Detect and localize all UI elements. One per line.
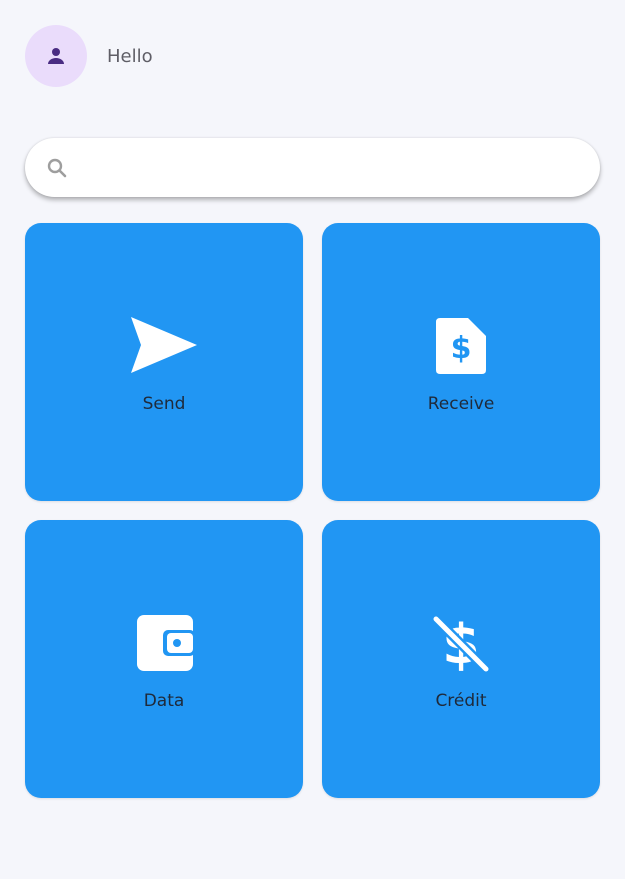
receipt-dollar-icon: $ [436, 318, 486, 374]
receive-tile[interactable]: $ Receive [322, 223, 600, 501]
search-icon [47, 158, 67, 177]
send-tile[interactable]: Send [25, 223, 303, 501]
search-bar[interactable] [25, 138, 600, 197]
data-tile[interactable]: Data [25, 520, 303, 798]
money-off-icon: $ [432, 613, 490, 676]
person-icon [48, 48, 64, 64]
wallet-icon [137, 615, 195, 671]
credit-label: Crédit [435, 691, 487, 711]
search-input[interactable] [81, 147, 581, 188]
home-screen: Hello Send $ Receive Data $ [0, 0, 625, 879]
credit-tile[interactable]: $ Crédit [322, 520, 600, 798]
send-label: Send [142, 394, 186, 414]
header: Hello [25, 25, 153, 87]
send-icon [131, 317, 197, 373]
avatar[interactable] [25, 25, 87, 87]
data-label: Data [143, 691, 185, 711]
receive-label: Receive [427, 394, 495, 414]
greeting-text: Hello [107, 45, 153, 67]
svg-text:$: $ [451, 331, 472, 366]
